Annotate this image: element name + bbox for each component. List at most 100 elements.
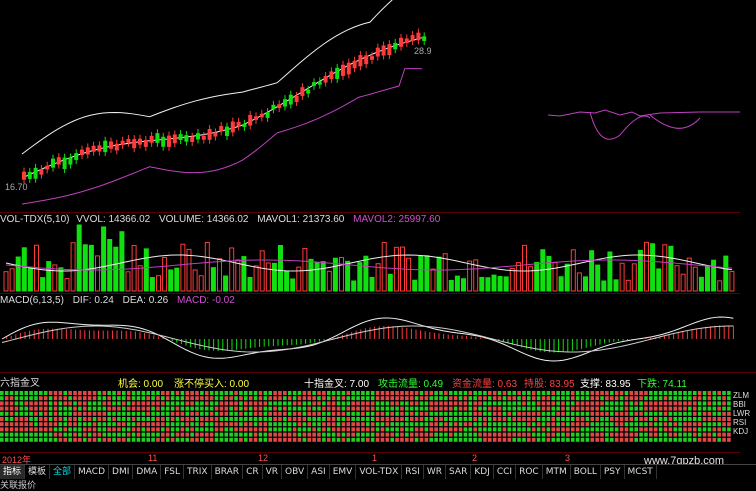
tab-模板[interactable]: 模板: [25, 465, 51, 479]
signal-cell: [29, 417, 33, 421]
tab-指标[interactable]: 指标: [0, 465, 26, 479]
signal-cell: [331, 422, 336, 427]
signal-cell: [527, 437, 531, 442]
signal-cell: [82, 406, 87, 411]
tab-fsl[interactable]: FSL: [161, 465, 184, 479]
signal-cell: [702, 432, 707, 437]
signal-cell: [429, 396, 434, 401]
signal-cell: [297, 391, 302, 395]
volume-bar: [448, 279, 454, 292]
signal-cell: [663, 427, 668, 432]
tab-kdj[interactable]: KDJ: [471, 465, 494, 479]
signal-cell: [707, 422, 712, 427]
price-chart-pane[interactable]: 28.9 16.70: [0, 0, 740, 210]
candle-body: [399, 37, 403, 47]
tab-emv[interactable]: EMV: [330, 465, 357, 479]
tab-mtm[interactable]: MTM: [543, 465, 571, 479]
signal-cell: [82, 427, 87, 432]
signal-cell: [180, 432, 185, 437]
signal-cell: [268, 411, 272, 416]
tab-vr[interactable]: VR: [263, 465, 283, 479]
signal-cell: [512, 396, 516, 401]
candle-body: [190, 136, 195, 142]
candle-body: [85, 147, 90, 155]
signal-cell: [463, 437, 468, 442]
signal-cell: [595, 406, 599, 411]
signal-cell: [444, 432, 448, 437]
volume-bar: [320, 261, 326, 292]
macd-pane[interactable]: MACD(6,13,5) DIF: 0.24 DEA: 0.26 MACD: -…: [0, 293, 740, 372]
signal-cell: [595, 391, 599, 395]
volume-bar: [637, 249, 643, 292]
signal-cell: [253, 437, 258, 442]
tab-cr[interactable]: CR: [243, 465, 263, 479]
volume-bar: [674, 265, 680, 292]
signal-cell: [570, 411, 575, 416]
signal-cell: [468, 432, 473, 437]
volume-bar: [711, 259, 717, 292]
mavol1-value: MAVOL1: 21373.60: [257, 214, 345, 225]
tab-vol-tdx[interactable]: VOL-TDX: [356, 465, 403, 479]
tab-roc[interactable]: ROC: [516, 465, 543, 479]
signal-cell: [175, 422, 180, 427]
signal-cell: [131, 432, 136, 437]
signal-cell: [468, 401, 473, 406]
volume-pane[interactable]: VOL-TDX(5,10) VVOL: 14366.02 VOLUME: 143…: [0, 212, 740, 293]
tab-rsi[interactable]: RSI: [402, 465, 424, 479]
signal-cell: [200, 432, 204, 437]
signal-cell: [619, 422, 624, 427]
signal-cell: [668, 422, 673, 427]
tab-macd[interactable]: MACD: [75, 465, 110, 479]
tab-dma[interactable]: DMA: [133, 465, 162, 479]
signal-cell: [322, 391, 326, 395]
signal-cell: [161, 417, 165, 421]
signal-cell: [4, 391, 9, 395]
signal-cell: [546, 427, 551, 432]
signal-cell: [653, 437, 658, 442]
signal-cell: [439, 422, 443, 427]
signal-cell: [658, 422, 663, 427]
tab-wr[interactable]: WR: [424, 465, 447, 479]
tab-全部[interactable]: 全部: [50, 465, 76, 479]
volume-bar: [46, 261, 52, 292]
signal-cell: [34, 432, 38, 437]
tab-asi[interactable]: ASI: [308, 465, 330, 479]
signal-cell: [707, 396, 712, 401]
tab-psy[interactable]: PSY: [601, 465, 625, 479]
mavol2-value: MAVOL2: 25997.60: [353, 214, 441, 225]
volume-bar: [589, 250, 595, 292]
signal-cell: [63, 391, 68, 395]
signal-pane[interactable]: 六指金叉 机会: 0.00 涨不停买入: 0.00 十指金叉: 7.00 攻击流…: [0, 372, 756, 453]
signal-cell: [585, 406, 590, 411]
signal-cell: [73, 401, 77, 406]
volume-bar: [369, 276, 375, 292]
signal-cell: [253, 396, 258, 401]
tab-mcst[interactable]: MCST: [625, 465, 657, 479]
tab-cci[interactable]: CCI: [494, 465, 517, 479]
signal-cell: [644, 411, 648, 416]
tab-dmi[interactable]: DMI: [109, 465, 134, 479]
volume-bar: [503, 276, 509, 292]
tab-boll[interactable]: BOLL: [571, 465, 601, 479]
volume-bar: [686, 257, 692, 292]
signal-cell: [717, 432, 721, 437]
signal-cell: [351, 406, 355, 411]
signal-cell: [673, 417, 678, 421]
signal-cell: [370, 396, 375, 401]
tab-sar[interactable]: SAR: [446, 465, 472, 479]
signal-cell: [346, 417, 351, 421]
signal-cell: [39, 432, 43, 437]
signal-cell: [175, 406, 180, 411]
tab-brar[interactable]: BRAR: [212, 465, 244, 479]
signal-cell: [566, 437, 570, 442]
signal-cell: [561, 391, 565, 395]
tab-obv[interactable]: OBV: [282, 465, 309, 479]
signal-cell: [624, 437, 629, 442]
signal-cell: [263, 391, 268, 395]
signal-cell: [185, 437, 190, 442]
signal-cell: [229, 396, 233, 401]
tab-trix[interactable]: TRIX: [184, 465, 212, 479]
candle-body: [335, 67, 340, 79]
signal-cell: [707, 417, 712, 421]
signal-cell: [375, 437, 380, 442]
